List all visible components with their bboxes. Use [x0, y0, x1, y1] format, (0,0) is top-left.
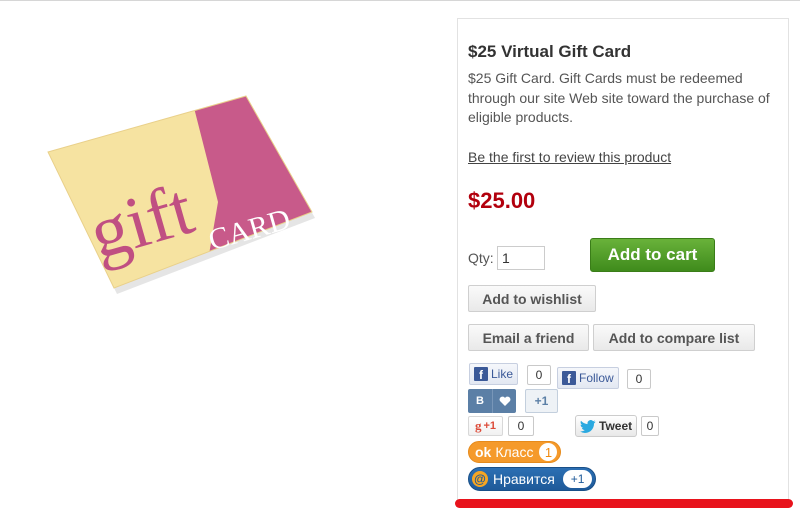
facebook-like-count: 0: [527, 365, 551, 385]
qty-label: Qty:: [468, 250, 494, 266]
facebook-follow-button[interactable]: f Follow: [557, 367, 619, 389]
facebook-like-button[interactable]: f Like: [469, 363, 519, 385]
odnoklassniki-icon: ok: [475, 444, 492, 460]
add-to-wishlist-button[interactable]: Add to wishlist: [468, 285, 596, 312]
add-to-compare-button[interactable]: Add to compare list: [593, 324, 755, 351]
google-plus-label: +1: [483, 420, 497, 432]
product-description: $25 Gift Card. Gift Cards must be redeem…: [468, 70, 770, 125]
facebook-follow-label: Follow: [579, 371, 614, 385]
top-divider: [0, 0, 800, 1]
google-plus-count: 0: [508, 416, 534, 436]
mailru-label: Нравится: [493, 471, 555, 487]
odnoklassniki-label: Класс: [495, 444, 534, 460]
odnoklassniki-count: 1: [539, 443, 558, 461]
tweet-label: Tweet: [599, 419, 633, 433]
twitter-bird-icon: [580, 419, 596, 433]
google-plus-icon: g: [474, 418, 482, 433]
facebook-like-label: Like: [491, 367, 514, 381]
tweet-button[interactable]: Tweet: [575, 415, 638, 437]
mailru-count: +1: [562, 470, 593, 488]
vk-like-count: +1: [525, 389, 558, 413]
gift-card-graphic: gift CARD: [47, 95, 315, 294]
vk-like-button[interactable]: B: [468, 389, 516, 413]
review-link[interactable]: Be the first to review this product: [468, 149, 671, 165]
product-price: $25.00: [468, 188, 536, 213]
bottom-red-bar: [455, 499, 793, 508]
email-friend-button[interactable]: Email a friend: [468, 324, 589, 351]
mailru-like-button[interactable]: @ Нравится +1: [468, 467, 597, 491]
facebook-icon: f: [474, 367, 488, 381]
facebook-follow-count: 0: [627, 369, 651, 389]
vk-icon: B: [476, 395, 484, 407]
mailru-at-icon: @: [472, 471, 488, 487]
heart-icon: [492, 389, 516, 413]
odnoklassniki-button[interactable]: ok Класс 1: [468, 441, 562, 463]
facebook-icon: f: [562, 371, 576, 385]
product-title: $25 Virtual Gift Card: [468, 42, 632, 61]
product-image: gift CARD: [40, 92, 320, 307]
qty-input[interactable]: [497, 246, 545, 270]
tweet-count: 0: [641, 416, 659, 436]
google-plus-button[interactable]: g +1: [468, 416, 503, 436]
add-to-cart-button[interactable]: Add to cart: [590, 238, 715, 272]
